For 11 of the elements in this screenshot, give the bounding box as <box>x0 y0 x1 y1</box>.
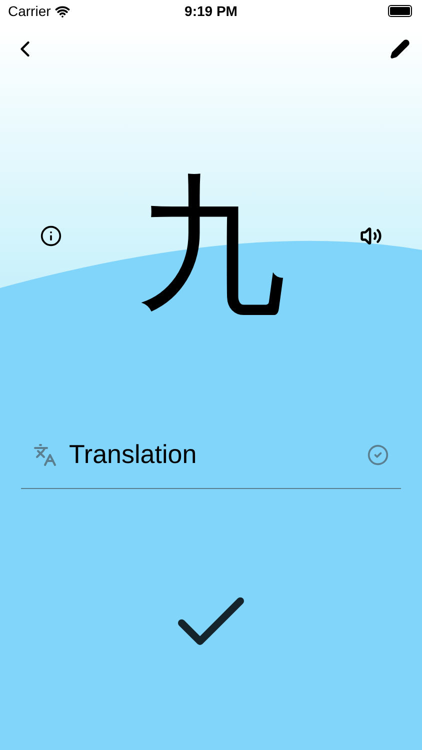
speaker-button[interactable] <box>360 225 382 247</box>
info-button[interactable] <box>40 225 62 247</box>
wifi-icon <box>54 4 70 18</box>
clock-time: 9:19 PM <box>184 2 238 20</box>
translation-field[interactable]: Translation <box>69 435 355 474</box>
carrier-name: Carrier <box>8 2 51 20</box>
edit-icon[interactable] <box>390 39 410 59</box>
battery-icon <box>388 5 412 17</box>
check-circle-icon <box>367 444 389 466</box>
translate-icon <box>33 442 57 466</box>
kanji-character: 九 <box>136 171 286 321</box>
